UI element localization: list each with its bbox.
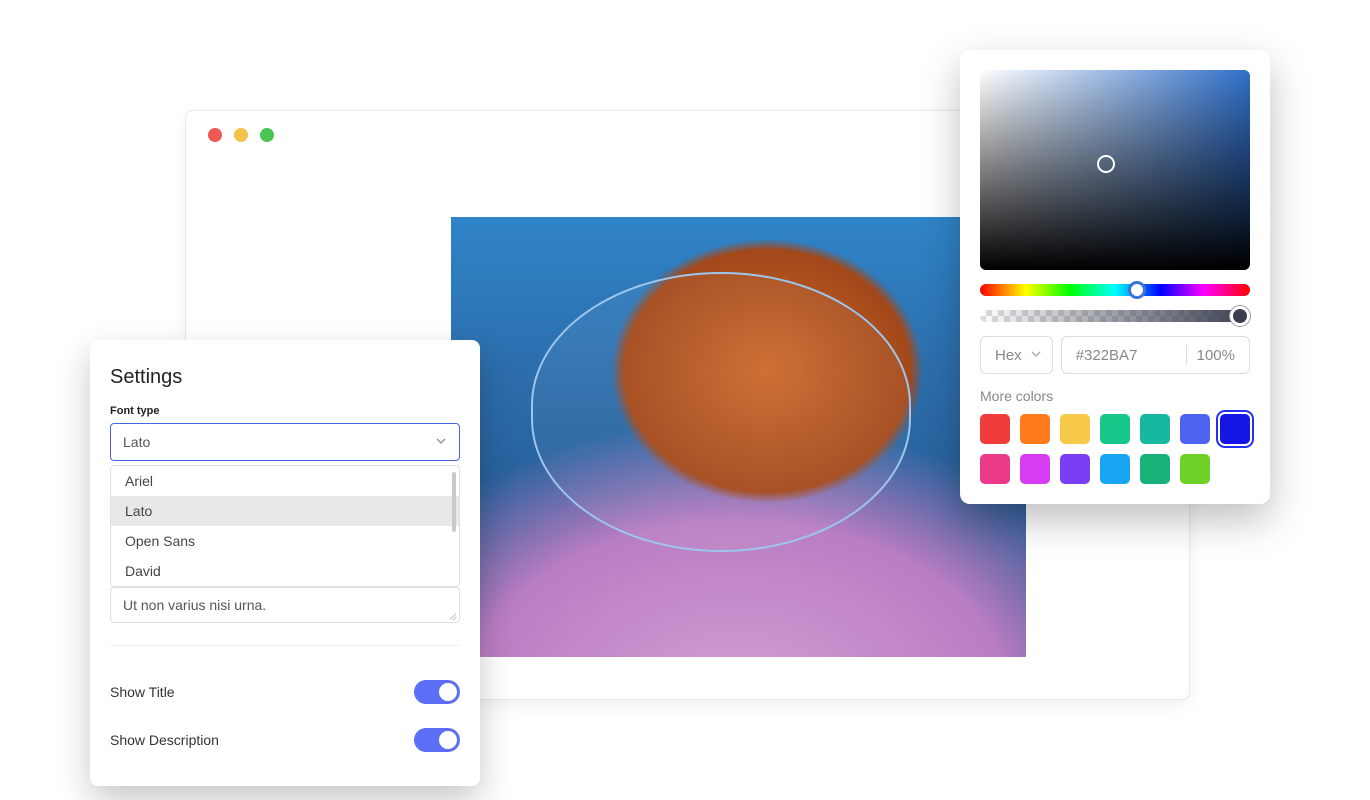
swatch-violet[interactable] [1060,454,1090,484]
show-description-label: Show Description [110,732,219,748]
font-type-value: Lato [123,434,150,450]
color-format-value: Hex [995,347,1022,364]
show-title-toggle[interactable] [414,680,460,704]
alpha-slider[interactable] [980,310,1250,322]
settings-panel: Settings Font type Lato Ariel Lato Open … [90,340,480,786]
swatch-red[interactable] [980,414,1010,444]
chevron-down-icon [435,434,447,450]
window-minimize-icon[interactable] [234,128,248,142]
toggle-knob [439,683,457,701]
show-title-label: Show Title [110,684,175,700]
alpha-thumb[interactable] [1230,306,1250,326]
opacity-value: 100% [1197,347,1235,364]
window-close-icon[interactable] [208,128,222,142]
toggle-knob [439,731,457,749]
swatch-teal[interactable] [1140,414,1170,444]
canvas-image[interactable] [451,217,1026,657]
hex-input[interactable]: #322BA7 100% [1061,336,1250,374]
gradient-cursor-icon[interactable] [1097,155,1115,173]
swatch-yellow[interactable] [1060,414,1090,444]
swatch-pink[interactable] [980,454,1010,484]
color-gradient-area[interactable] [980,70,1250,270]
font-option-open-sans[interactable]: Open Sans [111,526,459,556]
font-type-dropdown: Ariel Lato Open Sans David [110,465,460,587]
swatch-lime[interactable] [1180,454,1210,484]
show-description-toggle[interactable] [414,728,460,752]
separator [1186,345,1187,365]
swatch-grid [980,414,1250,484]
settings-title: Settings [110,366,460,389]
swatch-indigo[interactable] [1180,414,1210,444]
swatch-green[interactable] [1100,414,1130,444]
swatch-skyblue[interactable] [1100,454,1130,484]
focus-oval-selection[interactable] [531,272,911,552]
color-picker-panel: Hex #322BA7 100% More colors [960,50,1270,504]
font-option-lato[interactable]: Lato [111,496,459,526]
font-option-david[interactable]: David [111,556,459,586]
swatch-orange[interactable] [1020,414,1050,444]
hue-slider[interactable] [980,284,1250,296]
divider [110,645,460,646]
hue-thumb[interactable] [1128,281,1146,299]
dropdown-scrollbar[interactable] [452,472,456,532]
more-colors-label: More colors [980,388,1250,404]
show-title-row: Show Title [110,668,460,716]
swatch-magenta[interactable] [1020,454,1050,484]
font-type-label: Font type [110,405,460,417]
sample-text-input[interactable]: Ut non varius nisi urna. [110,587,460,623]
font-type-select[interactable]: Lato [110,423,460,461]
font-option-ariel[interactable]: Ariel [111,466,459,496]
swatch-blue[interactable] [1220,414,1250,444]
hex-value: #322BA7 [1076,347,1176,364]
show-description-row: Show Description [110,716,460,764]
resize-handle-icon[interactable] [447,610,457,620]
sample-text-value: Ut non varius nisi urna. [123,597,266,613]
swatch-emerald[interactable] [1140,454,1170,484]
chevron-down-icon [1030,347,1042,364]
color-format-select[interactable]: Hex [980,336,1053,374]
window-zoom-icon[interactable] [260,128,274,142]
